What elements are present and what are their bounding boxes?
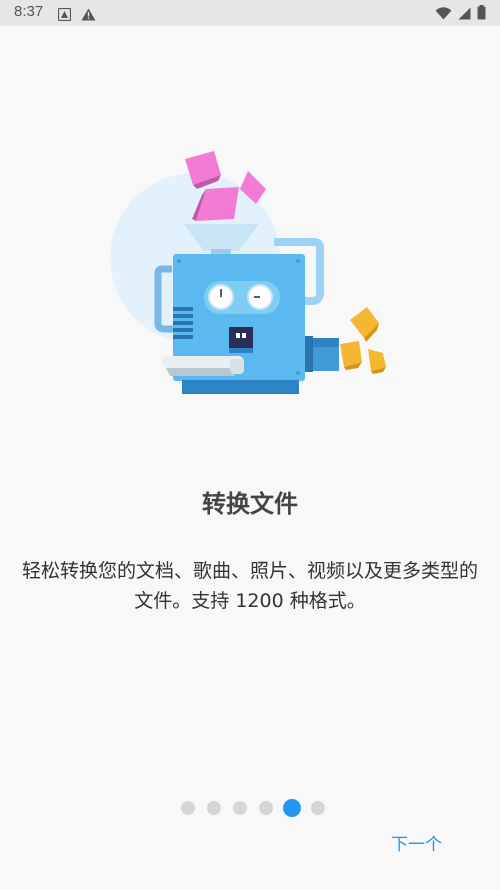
converter-machine-illustration xyxy=(100,145,400,405)
accessibility-icon xyxy=(57,6,72,25)
page-dot xyxy=(233,801,247,815)
page-dot xyxy=(207,801,221,815)
warning-icon xyxy=(81,6,96,25)
page-dot-active xyxy=(283,799,301,817)
page-dot xyxy=(311,801,325,815)
status-time: 8:37 xyxy=(14,3,44,20)
page-description: 轻松转换您的文档、歌曲、照片、视频以及更多类型的文件。支持 1200 种格式。 xyxy=(21,560,478,612)
page-dot xyxy=(181,801,195,815)
page-title: 转换文件 xyxy=(202,490,298,518)
status-bar: 8:37 xyxy=(0,0,500,26)
yellow-cube-icon xyxy=(340,307,386,374)
signal-icon xyxy=(458,5,471,24)
page-dot xyxy=(259,801,273,815)
wifi-icon xyxy=(435,5,452,24)
next-button[interactable]: 下一个 xyxy=(391,828,442,857)
page-indicator xyxy=(0,798,500,818)
battery-icon xyxy=(477,5,486,24)
